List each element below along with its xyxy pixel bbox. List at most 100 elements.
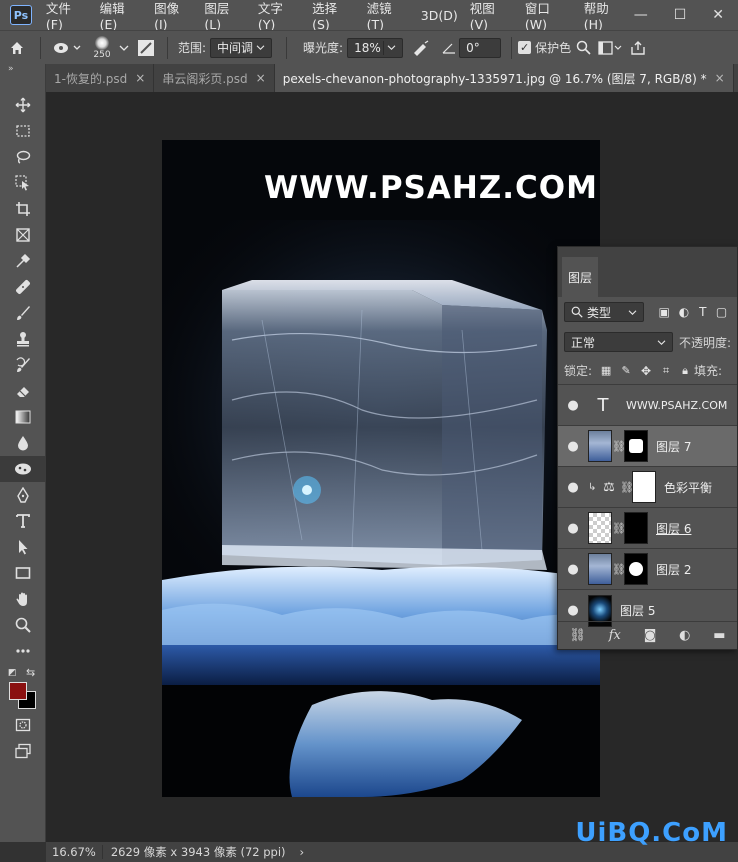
type-tool-icon[interactable] [0,508,46,534]
menu-file[interactable]: 文件(F) [40,0,94,32]
menu-type[interactable]: 文字(Y) [252,0,306,32]
frame-tool-icon[interactable] [0,222,46,248]
layer-row[interactable]: ● T WWW.PSAHZ.COM [558,385,737,426]
layer-mask-thumbnail[interactable] [624,553,648,585]
menu-layer[interactable]: 图层(L) [198,0,252,32]
quick-mask-icon[interactable] [0,712,46,738]
tab-document-2[interactable]: 串云阁彩页.psd × [154,64,275,92]
close-button[interactable]: ✕ [712,7,724,23]
lock-artboard-icon[interactable]: ⌗ [656,364,676,378]
zoom-tool-icon[interactable] [0,612,46,638]
eye-icon[interactable]: ● [558,603,588,618]
folder-icon[interactable]: ▬ [713,628,725,643]
lock-all-icon[interactable]: 🔒︎ [676,364,694,378]
layer-row[interactable]: ● ⛓ 图层 7 [558,426,737,467]
more-tools-icon[interactable] [0,638,46,664]
document-canvas[interactable]: WWW.PSAHZ.COM [162,140,600,797]
blend-mode-select[interactable]: 正常 [564,332,673,352]
menu-image[interactable]: 图像(I) [148,0,198,32]
status-menu-arrow[interactable]: › [300,845,305,859]
airbrush-icon[interactable] [403,39,439,56]
layer-row[interactable]: ● ↳ ⚖ ⛓ 色彩平衡 [558,467,737,508]
sponge-tool-preset-icon[interactable] [47,41,87,55]
minimize-button[interactable]: — [634,7,648,23]
menu-filter[interactable]: 滤镜(T) [361,0,415,32]
tab-document-1[interactable]: 1-恢复的.psd × [46,64,155,92]
brush-tool-icon[interactable] [0,300,46,326]
eraser-tool-icon[interactable] [0,378,46,404]
lock-transparent-icon[interactable]: ▦ [596,364,616,377]
filter-adjustment-icon[interactable]: ◐ [675,305,694,319]
zoom-level[interactable]: 16.67% [46,845,103,859]
exposure-input[interactable]: 18% [347,37,404,58]
marquee-tool-icon[interactable] [0,118,46,144]
filter-pixel-icon[interactable]: ▣ [654,305,675,319]
exposure-label: 曝光度: [303,41,344,55]
search-icon[interactable] [571,40,595,55]
protect-tones-checkbox[interactable]: ✓ [518,41,532,54]
eye-icon[interactable]: ● [558,562,588,577]
eyedropper-tool-icon[interactable] [0,248,46,274]
lock-pixels-icon[interactable]: ✎ [616,364,636,377]
layer-filter-select[interactable]: 类型 [564,302,644,322]
share-icon[interactable] [625,40,651,56]
menu-help[interactable]: 帮助(H) [578,0,634,32]
layer-mask-thumbnail[interactable] [632,471,656,503]
hand-tool-icon[interactable] [0,586,46,612]
adjustment-layer-icon[interactable]: ◐ [679,628,690,643]
eye-icon[interactable]: ● [558,521,588,536]
close-icon[interactable]: × [715,71,725,85]
fx-icon[interactable]: fx [609,628,621,643]
link-layers-icon[interactable]: ⛓ [569,628,586,643]
eye-icon[interactable]: ● [558,480,588,495]
layer-row[interactable]: ● ⛓ 图层 6 [558,508,737,549]
move-tool-icon[interactable] [0,92,46,118]
tab-document-4[interactable]: 未 [734,64,738,92]
menu-edit[interactable]: 编辑(E) [94,0,148,32]
angle-input[interactable]: 0° [459,37,502,58]
eye-icon[interactable]: ● [558,398,588,413]
lock-position-icon[interactable]: ✥ [636,364,656,378]
layer-thumbnail [588,512,612,544]
healing-brush-tool-icon[interactable] [0,274,46,300]
brush-settings-icon[interactable] [131,39,161,57]
layer-mask-thumbnail[interactable] [624,430,648,462]
range-select[interactable]: 中间调 [210,37,273,58]
menu-3d[interactable]: 3D(D) [415,8,464,23]
crop-tool-icon[interactable] [0,196,46,222]
pen-tool-icon[interactable] [0,482,46,508]
collapse-toolbar-icon[interactable]: » [0,64,45,78]
default-colors-icon[interactable]: ◩ [8,668,17,678]
tab-document-active[interactable]: pexels-chevanon-photography-1335971.jpg … [274,64,734,92]
document-dimensions: 2629 像素 x 3943 像素 (72 ppi) [110,845,286,859]
filter-type-icon[interactable]: T [693,305,712,319]
layer-row[interactable]: ● ⛓ 图层 2 [558,549,737,590]
menu-select[interactable]: 选择(S) [306,0,361,32]
eye-icon[interactable]: ● [558,439,588,454]
object-selection-tool-icon[interactable] [0,170,46,196]
clone-stamp-tool-icon[interactable] [0,326,46,352]
menu-view[interactable]: 视图(V) [464,0,519,32]
sponge-tool-icon[interactable] [0,456,46,482]
home-icon[interactable] [0,40,34,56]
maximize-button[interactable]: ☐ [674,7,687,23]
lasso-tool-icon[interactable] [0,144,46,170]
close-icon[interactable]: × [256,71,266,85]
brush-preset-picker[interactable]: 250 [87,34,117,62]
path-selection-tool-icon[interactable] [0,534,46,560]
rectangle-tool-icon[interactable] [0,560,46,586]
chevron-down-icon[interactable] [117,44,131,52]
screen-mode-icon[interactable] [0,738,46,764]
workspace-icon[interactable] [595,40,625,55]
blur-tool-icon[interactable] [0,430,46,456]
menu-window[interactable]: 窗口(W) [519,0,578,32]
tab-layers[interactable]: 图层 [562,257,599,297]
filter-shape-icon[interactable]: ▢ [712,305,731,319]
add-mask-icon[interactable]: ◙ [644,628,657,643]
history-brush-tool-icon[interactable] [0,352,46,378]
layer-mask-thumbnail[interactable] [624,512,648,544]
gradient-tool-icon[interactable] [0,404,46,430]
foreground-color-swatch[interactable] [9,682,27,700]
close-icon[interactable]: × [135,71,145,85]
swap-colors-icon[interactable]: ⇆ [26,666,35,679]
